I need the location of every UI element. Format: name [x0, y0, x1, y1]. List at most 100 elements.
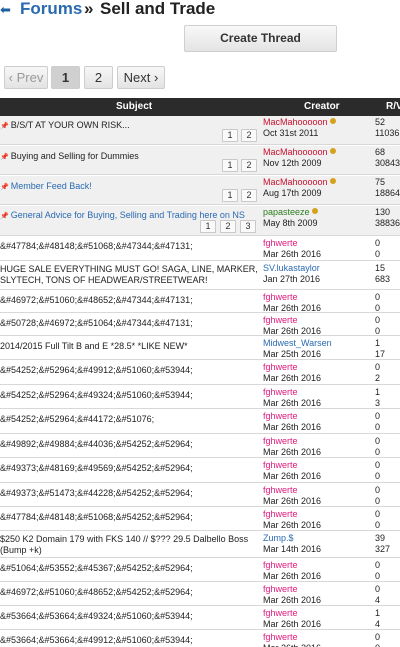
page-2-button[interactable]: 2: [84, 66, 113, 89]
thread-subject[interactable]: &#49373;&#48169;&#49569;&#54252;&#52964;: [0, 463, 255, 474]
prev-page-button[interactable]: ‹ Prev: [4, 66, 48, 89]
thread-subject[interactable]: &#50728;&#46972;&#51064;&#47344;&#47131;: [0, 318, 255, 329]
thread-page-link[interactable]: 2: [241, 189, 257, 202]
col-creator[interactable]: Creator: [304, 101, 340, 112]
creator-name[interactable]: fghwerte: [263, 292, 298, 302]
creator-name[interactable]: MacMahooooon: [263, 147, 328, 157]
creator-name[interactable]: fghwerte: [263, 632, 298, 642]
breadcrumb-separator: »: [84, 0, 94, 18]
thread-page-link[interactable]: 2: [220, 220, 236, 233]
thread-subject[interactable]: $250 K2 Domain 179 with FKS 140 // $??? …: [0, 534, 258, 556]
thread-subject[interactable]: &#51064;&#53552;&#45367;&#54252;&#52964;: [0, 563, 255, 574]
reply-count: 0: [375, 460, 381, 470]
thread-stats: 00: [375, 292, 380, 314]
creator-name[interactable]: fghwerte: [263, 509, 298, 519]
create-thread-button[interactable]: Create Thread: [184, 25, 337, 52]
thread-page-link[interactable]: 1: [222, 159, 238, 172]
reply-count: 0: [375, 411, 381, 421]
thread-date: Aug 17th 2009: [263, 188, 322, 198]
thread-row: &#51064;&#53552;&#45367;&#54252;&#52964;…: [0, 559, 400, 582]
reply-count: 0: [375, 560, 381, 570]
thread-creator: fghwerteMar 26th 2016: [263, 436, 321, 458]
arrow-icon: ⬅: [0, 2, 11, 17]
thread-title[interactable]: Member Feed Back!: [11, 181, 92, 191]
thread-stats: 68 30843: [375, 147, 400, 169]
online-status-icon: [329, 148, 336, 154]
thread-page-link[interactable]: 2: [241, 159, 257, 172]
thread-subject[interactable]: &#47784;&#48148;&#51068;&#47344;&#47131;: [0, 241, 255, 252]
reply-count: 0: [375, 509, 381, 519]
thread-page-link[interactable]: 1: [222, 189, 238, 202]
thread-stats: 00: [375, 485, 380, 507]
thread-stats: 52 11036: [375, 117, 399, 139]
creator-name[interactable]: fghwerte: [263, 436, 298, 446]
creator-name[interactable]: SV.lukastaylor: [263, 263, 320, 273]
thread-subject[interactable]: &#54252;&#52964;&#49912;&#51060;&#53944;: [0, 365, 255, 376]
col-rv[interactable]: R/V: [386, 101, 400, 112]
creator-name[interactable]: fghwerte: [263, 460, 298, 470]
thread-subject[interactable]: &#53664;&#53664;&#49912;&#51060;&#53944;: [0, 635, 255, 646]
thread-subject[interactable]: &#53664;&#53664;&#49324;&#51060;&#53944;: [0, 611, 255, 622]
thread-subject[interactable]: &#46972;&#51060;&#48652;&#54252;&#52964;: [0, 587, 255, 598]
creator-name[interactable]: fghwerte: [263, 485, 298, 495]
view-count: 0: [375, 249, 381, 259]
thread-date: Mar 26th 2016: [263, 326, 322, 336]
thread-title[interactable]: General Advice for Buying, Selling and T…: [11, 210, 245, 220]
thread-subject[interactable]: &#54252;&#52964;&#44172;&#51076;: [0, 414, 255, 425]
reply-count: 1: [375, 608, 381, 618]
thread-page-link[interactable]: 3: [240, 220, 256, 233]
reply-count: 0: [375, 436, 381, 446]
thread-title[interactable]: B/S/T AT YOUR OWN RISK...: [11, 120, 130, 130]
thread-subject[interactable]: &#46972;&#51060;&#48652;&#47344;&#47131;: [0, 295, 255, 306]
thread-date: May 8th 2009: [263, 218, 318, 228]
creator-name[interactable]: Zump.$: [263, 533, 294, 543]
creator-name[interactable]: fghwerte: [263, 387, 298, 397]
creator-name[interactable]: papasteeze: [263, 207, 310, 217]
thread-row: &#49892;&#49884;&#44036;&#54252;&#52964;…: [0, 435, 400, 458]
thread-subject[interactable]: 📌 Member Feed Back!: [0, 181, 255, 193]
thread-page-link[interactable]: 2: [241, 129, 257, 142]
table-header: Subject Creator R/V: [0, 98, 400, 116]
creator-name[interactable]: MacMahooooon: [263, 117, 328, 127]
thread-stats: 14: [375, 608, 380, 630]
reply-count: 68: [375, 147, 386, 157]
thread-date: Mar 26th 2016: [263, 643, 321, 647]
breadcrumb-forums-link[interactable]: Forums: [20, 0, 82, 19]
thread-subject[interactable]: &#47784;&#48148;&#51068;&#54252;&#52964;: [0, 512, 255, 523]
thread-subject[interactable]: &#54252;&#52964;&#49324;&#51060;&#53944;: [0, 390, 255, 401]
reply-count: 52: [375, 117, 386, 127]
sticky-thread-row: 📌 General Advice for Buying, Selling and …: [0, 206, 400, 236]
online-status-icon: [329, 118, 336, 124]
thread-subject[interactable]: &#49373;&#51473;&#44228;&#54252;&#52964;: [0, 488, 255, 499]
col-subject[interactable]: Subject: [116, 101, 152, 112]
thread-subject[interactable]: 📌 General Advice for Buying, Selling and …: [0, 210, 255, 222]
creator-name[interactable]: fghwerte: [263, 238, 298, 248]
thread-subject[interactable]: 📌 B/S/T AT YOUR OWN RISK...: [0, 120, 255, 132]
thread-creator: MacMahooooon Aug 17th 2009: [263, 177, 336, 199]
thread-subject[interactable]: 📌 Buying and Selling for Dummies: [0, 151, 255, 163]
thread-date: Jan 27th 2016: [263, 274, 321, 284]
creator-name[interactable]: MacMahooooon: [263, 177, 328, 187]
thread-row: HUGE SALE EVERYTHING MUST GO! SAGA, LINE…: [0, 262, 400, 290]
creator-name[interactable]: fghwerte: [263, 608, 298, 618]
thread-row: 2014/2015 Full Tilt B and E *28.5* *LIKE…: [0, 337, 400, 360]
thread-creator: fghwerteMar 26th 2016: [263, 315, 321, 337]
page-1-button[interactable]: 1: [51, 66, 80, 89]
creator-name[interactable]: fghwerte: [263, 315, 298, 325]
thread-subject[interactable]: 2014/2015 Full Tilt B and E *28.5* *LIKE…: [0, 341, 255, 352]
next-page-button[interactable]: Next ›: [117, 66, 165, 89]
creator-name[interactable]: fghwerte: [263, 584, 298, 594]
creator-name[interactable]: fghwerte: [263, 362, 298, 372]
thread-title[interactable]: Buying and Selling for Dummies: [11, 151, 139, 161]
thread-creator: fghwerteMar 26th 2016: [263, 292, 321, 314]
reply-count: 0: [375, 238, 381, 248]
thread-row: &#53664;&#53664;&#49912;&#51060;&#53944;…: [0, 631, 400, 647]
creator-name[interactable]: fghwerte: [263, 560, 298, 570]
creator-name[interactable]: Midwest_Warsen: [263, 338, 332, 348]
thread-page-link[interactable]: 1: [222, 129, 238, 142]
thread-subject[interactable]: &#49892;&#49884;&#44036;&#54252;&#52964;: [0, 439, 255, 450]
thread-subject[interactable]: HUGE SALE EVERYTHING MUST GO! SAGA, LINE…: [0, 264, 258, 286]
thread-page-link[interactable]: 1: [200, 220, 216, 233]
thread-date: Mar 25th 2016: [263, 349, 322, 359]
creator-name[interactable]: fghwerte: [263, 411, 298, 421]
